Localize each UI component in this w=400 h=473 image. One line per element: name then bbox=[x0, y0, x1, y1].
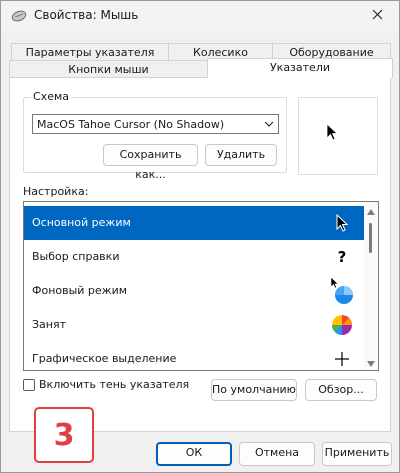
delete-button[interactable]: Удалить bbox=[205, 144, 277, 166]
arrow-cursor-icon bbox=[326, 123, 339, 144]
list-item-label: Занят bbox=[32, 318, 67, 331]
annotation-number-badge: 3 bbox=[34, 407, 94, 463]
mouse-icon bbox=[11, 10, 27, 22]
tab-buttons[interactable]: Кнопки мыши bbox=[9, 60, 208, 78]
list-item[interactable]: Основной режим bbox=[24, 206, 364, 240]
close-icon bbox=[372, 9, 383, 23]
pointer-shadow-label: Включить тень указателя bbox=[39, 378, 190, 391]
use-default-button[interactable]: По умолчанию bbox=[211, 379, 297, 401]
scheme-value: MacOS Tahoe Cursor (No Shadow) bbox=[37, 118, 225, 131]
pointer-shadow-checkbox[interactable] bbox=[23, 379, 35, 391]
chevron-up-icon[interactable] bbox=[367, 205, 375, 215]
customize-label: Настройка: bbox=[23, 185, 89, 198]
cursor-preview bbox=[298, 97, 378, 175]
window-title: Свойства: Мышь bbox=[34, 8, 139, 22]
precision-select-cursor-icon bbox=[328, 346, 356, 370]
cancel-button[interactable]: Отмена bbox=[239, 442, 315, 466]
list-item[interactable]: Графическое выделение bbox=[24, 342, 364, 370]
arrow-cursor-icon bbox=[328, 210, 356, 236]
title-bar: Свойства: Мышь bbox=[1, 1, 399, 31]
list-item-label: Графическое выделение bbox=[32, 352, 177, 365]
mouse-properties-window: Свойства: Мышь Параметры указателя Колес… bbox=[0, 0, 400, 473]
close-button[interactable] bbox=[355, 1, 399, 31]
working-in-background-cursor-icon bbox=[328, 277, 356, 304]
list-item[interactable]: Фоновый режим bbox=[24, 274, 364, 308]
ok-button[interactable]: ОК bbox=[156, 442, 232, 466]
chevron-down-icon[interactable] bbox=[367, 357, 375, 367]
busy-cursor-icon bbox=[328, 312, 356, 338]
apply-button[interactable]: Применить bbox=[322, 442, 392, 466]
save-as-button[interactable]: Сохранить как... bbox=[103, 144, 198, 181]
list-item-label: Основной режим bbox=[32, 216, 131, 229]
tab-pointer-options[interactable]: Параметры указателя bbox=[11, 43, 169, 61]
list-item-label: Фоновый режим bbox=[32, 284, 128, 297]
list-item-label: Выбор справки bbox=[32, 250, 120, 263]
scheme-label: Схема bbox=[31, 90, 71, 103]
list-item[interactable]: Выбор справки ? bbox=[24, 240, 364, 274]
tab-pointers[interactable]: Указатели bbox=[207, 58, 393, 78]
cursor-listbox[interactable]: Основной режим Выбор справки ? Фоновый р… bbox=[23, 201, 379, 371]
browse-button[interactable]: Обзор... bbox=[305, 379, 377, 401]
chevron-down-icon bbox=[264, 119, 274, 129]
scrollbar[interactable] bbox=[364, 202, 378, 370]
list-item[interactable]: Занят bbox=[24, 308, 364, 342]
annotation-number: 3 bbox=[53, 417, 75, 453]
scheme-combobox[interactable]: MacOS Tahoe Cursor (No Shadow) bbox=[32, 114, 279, 134]
help-cursor-icon: ? bbox=[337, 248, 347, 266]
scrollbar-thumb[interactable] bbox=[369, 223, 372, 253]
